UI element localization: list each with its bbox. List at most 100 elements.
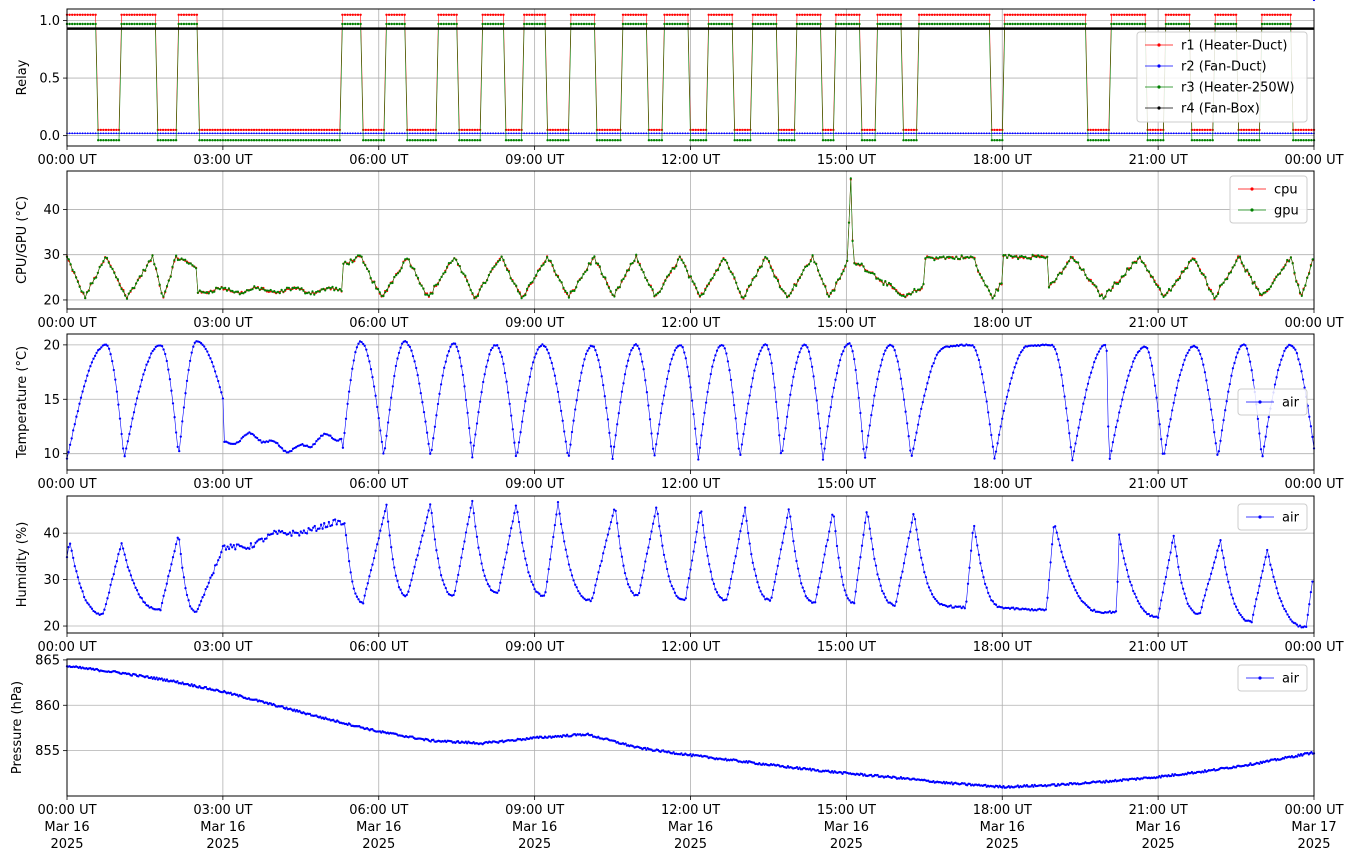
air-humidity-series-point — [379, 529, 382, 532]
gpu-series-point — [295, 286, 298, 289]
gpu-series-point — [786, 296, 789, 299]
r2-series-point — [978, 132, 980, 135]
x-tick-label: 15:00 UT — [817, 640, 876, 655]
r3-series-point — [806, 22, 809, 26]
r1-series-point — [481, 13, 484, 16]
air-humidity-series-point — [747, 531, 750, 535]
r1-series-point — [421, 128, 425, 132]
air-humidity-series-point — [188, 605, 192, 608]
r3-series-point — [268, 139, 271, 142]
air-humidity-series-point — [1295, 623, 1299, 626]
gpu-series-point — [1127, 268, 1131, 271]
r3-series-point — [1047, 22, 1051, 26]
gpu-series-point — [624, 274, 627, 277]
legend: air — [1237, 388, 1308, 416]
air-temperature-series-point — [1283, 349, 1286, 353]
gpu-series-point — [442, 272, 445, 275]
r3-series-point — [395, 22, 399, 26]
air-temperature-series-point — [739, 453, 742, 457]
air-humidity-series-point — [260, 537, 263, 540]
gpu-series-point — [713, 273, 716, 276]
r1-series-point — [936, 13, 939, 16]
air-humidity-series-point — [639, 584, 642, 587]
gpu-series-point — [484, 281, 487, 285]
r3-series-point — [1232, 22, 1235, 26]
gpu-series-point — [1040, 255, 1043, 259]
air-temperature-series-point — [566, 451, 569, 455]
air-temperature-series-point — [776, 416, 779, 420]
r2-series-point — [1188, 132, 1191, 135]
air-humidity-series-point — [757, 586, 761, 589]
air-humidity-series-point — [1266, 548, 1269, 552]
r2-series-point — [502, 132, 505, 135]
air-humidity-series-point — [902, 562, 906, 565]
gpu-series-point — [982, 279, 985, 282]
r2-series-point — [1081, 132, 1084, 135]
air-temperature-series-point — [131, 417, 134, 420]
gpu-series-point — [1248, 272, 1251, 275]
air-temperature-series-point — [809, 357, 812, 360]
air-temperature-series-point — [971, 344, 974, 347]
air-humidity-series-point — [863, 521, 867, 524]
air-temperature-series-point — [818, 427, 822, 430]
r2-series-point — [125, 132, 128, 135]
air-temperature-series-point — [683, 351, 686, 354]
air-humidity-series-point — [521, 541, 524, 544]
r3-series-point — [884, 22, 887, 26]
gpu-series-point — [797, 278, 800, 281]
r2-series-point — [871, 132, 874, 135]
r2-series-point — [89, 132, 92, 135]
r1-series-point — [980, 13, 983, 16]
r2-series-point — [1050, 132, 1053, 135]
air-humidity-series-point — [659, 534, 663, 537]
r3-series-point — [206, 139, 209, 142]
r3-series-point — [1107, 139, 1111, 142]
air-humidity-series-point — [1239, 613, 1242, 617]
r1-series-point — [1110, 13, 1113, 16]
r1-series-point — [81, 13, 84, 16]
r1-series-point — [447, 13, 451, 16]
air-temperature-series-point — [363, 344, 366, 347]
r2-series-point — [788, 132, 791, 135]
r2-series-point — [819, 132, 822, 135]
air-humidity-series-point — [711, 578, 714, 581]
air-temperature-series-point — [1197, 349, 1200, 352]
gpu-series-point — [1057, 273, 1060, 276]
r3-series-point — [330, 139, 334, 142]
r3-series-point — [263, 139, 266, 142]
air-humidity-series-point — [198, 603, 201, 607]
r2-series-point — [1193, 132, 1196, 135]
gpu-series-point — [696, 291, 700, 294]
air-temperature-series-point — [135, 397, 139, 400]
air-humidity-series-point — [1132, 589, 1135, 593]
air-humidity-series-point — [1284, 610, 1288, 613]
air-humidity-series-point — [609, 520, 613, 524]
gpu-series-point — [1087, 278, 1091, 281]
air-humidity-series-point — [1063, 560, 1066, 563]
air-humidity-series-point — [109, 583, 112, 587]
air-temperature-series-point — [817, 412, 820, 415]
air-humidity-series-point — [248, 547, 251, 551]
r3-series-point — [1167, 22, 1170, 26]
r3-series-point — [1255, 139, 1259, 142]
gpu-series-point — [873, 272, 876, 276]
air-temperature-series-point — [923, 394, 926, 397]
r3-series-point — [523, 22, 526, 26]
r2-series-point — [593, 132, 596, 135]
x-year-label: 2025 — [50, 837, 83, 852]
r3-series-point — [1089, 139, 1092, 142]
r1-series-point — [642, 13, 645, 16]
air-temperature-series-point — [1262, 445, 1266, 448]
gpu-series-point — [989, 293, 992, 296]
r2-series-point — [1300, 132, 1302, 135]
r1-series-point — [1047, 13, 1051, 16]
x-tick-label: 00:00 UT — [1284, 153, 1343, 168]
air-temperature-series-point — [419, 391, 422, 395]
gpu-series-point — [460, 271, 463, 274]
air-humidity-series-point — [174, 542, 178, 546]
air-temperature-series-point — [870, 413, 873, 417]
r1-series-point — [502, 13, 505, 16]
air-humidity-series-point — [865, 511, 868, 514]
r2-series-point — [640, 132, 642, 135]
x-date-label: Mar 16 — [44, 820, 89, 835]
